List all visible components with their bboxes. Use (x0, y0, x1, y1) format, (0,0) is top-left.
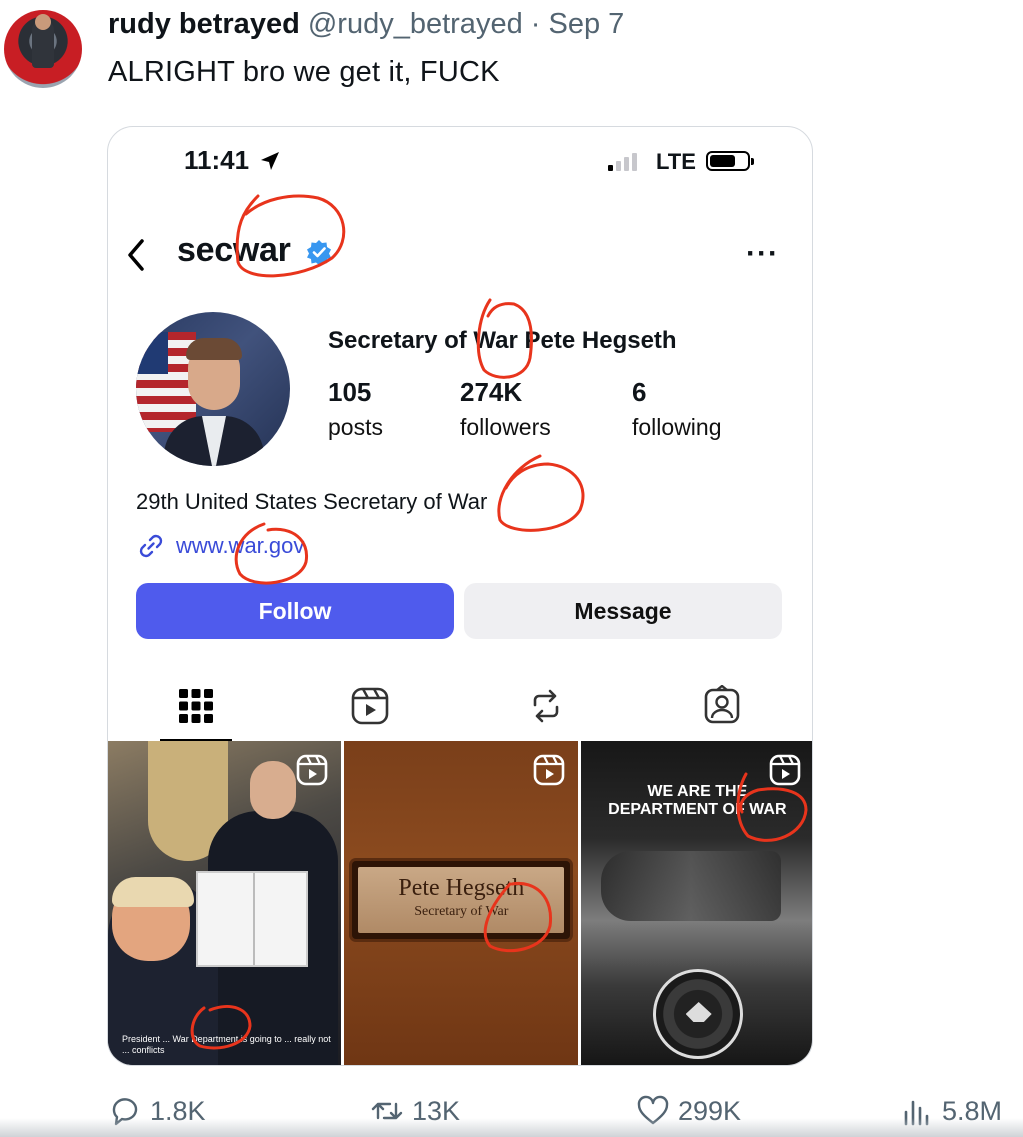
stat-following-label: following (632, 414, 722, 440)
battery-icon (706, 151, 754, 171)
tab-tagged[interactable] (662, 673, 782, 739)
seated-man-hair (112, 877, 194, 907)
tweet-text: ALRIGHT bro we get it, FUCK (108, 56, 500, 88)
stat-followers-label: followers (460, 414, 551, 440)
soldier-photo (600, 851, 781, 921)
more-options-icon[interactable]: ··· (746, 239, 779, 269)
link-icon (139, 534, 163, 558)
profile-tab-bar (108, 673, 812, 743)
network-type: LTE (656, 149, 696, 174)
reels-icon (351, 687, 389, 725)
stat-following-value: 6 (632, 377, 647, 407)
stat-posts-value: 105 (328, 377, 372, 407)
nameplate-name: Pete Hegseth (398, 875, 525, 901)
signal-strength-icon (608, 153, 637, 171)
stat-posts-label: posts (328, 414, 383, 440)
post-grid: President ... War Department is going to… (108, 741, 812, 1065)
author-avatar[interactable] (4, 10, 82, 88)
stat-followers-value: 274K (460, 377, 523, 407)
tagged-person-icon (704, 685, 740, 724)
signed-document (196, 871, 308, 967)
stat-following[interactable]: 6 following (632, 377, 722, 441)
tab-reposts[interactable] (486, 673, 606, 739)
stat-followers[interactable]: 274K followers (460, 377, 551, 441)
verified-badge-icon (307, 240, 331, 265)
embedded-screenshot[interactable]: 11:41 LTE secwar ··· Secretary of War Pe… (107, 126, 813, 1066)
repost-icon (533, 689, 559, 723)
location-arrow-icon (261, 152, 279, 170)
header-separator: · (530, 8, 541, 40)
post-thumbnail-2[interactable]: Pete Hegseth Secretary of War (344, 741, 578, 1065)
post-thumbnail-1[interactable]: President ... War Department is going to… (108, 741, 342, 1065)
post-thumbnail-3[interactable]: WE ARE THE DEPARTMENT OF WAR (580, 741, 812, 1065)
reel-badge-icon (533, 754, 564, 786)
profile-username: secwar (177, 231, 291, 269)
follow-button[interactable]: Follow (136, 583, 454, 639)
profile-picture[interactable] (136, 312, 290, 466)
headline-line-2: DEPARTMENT OF WAR (608, 801, 787, 819)
battery-fill (710, 155, 736, 167)
link-url[interactable]: www.war.gov (176, 533, 304, 559)
tweet-header: rudy betrayed @rudy_betrayed · Sep 7 (108, 8, 624, 41)
profile-hair (186, 338, 242, 360)
standing-man-face (250, 761, 296, 819)
reel-badge-icon (297, 754, 328, 786)
tweet-date[interactable]: Sep 7 (549, 8, 625, 40)
bottom-edge-shadow (0, 1118, 1023, 1137)
department-seal (652, 969, 743, 1059)
back-chevron-icon[interactable] (122, 235, 150, 275)
stat-posts[interactable]: 105 posts (328, 377, 383, 441)
status-time: 11:41 (184, 145, 250, 175)
reel-badge-icon (769, 754, 801, 786)
nameplate: Pete Hegseth Secretary of War (352, 861, 571, 939)
profile-full-name: Secretary of War Pete Hegseth (328, 327, 677, 354)
profile-link[interactable]: www.war.gov (136, 531, 304, 561)
tab-grid[interactable] (136, 673, 256, 739)
author-name[interactable]: rudy betrayed (108, 8, 300, 40)
grid-icon (179, 689, 213, 723)
avatar-head (35, 14, 51, 30)
tab-reels[interactable] (310, 673, 430, 739)
headline-overlay: WE ARE THE DEPARTMENT OF WAR (581, 783, 812, 820)
author-handle[interactable]: @rudy_betrayed (308, 8, 523, 40)
message-button[interactable]: Message (464, 583, 782, 639)
video-caption: President ... War Department is going to… (122, 1033, 331, 1056)
profile-bio: 29th United States Secretary of War (136, 489, 488, 514)
nameplate-title: Secretary of War (414, 904, 509, 919)
